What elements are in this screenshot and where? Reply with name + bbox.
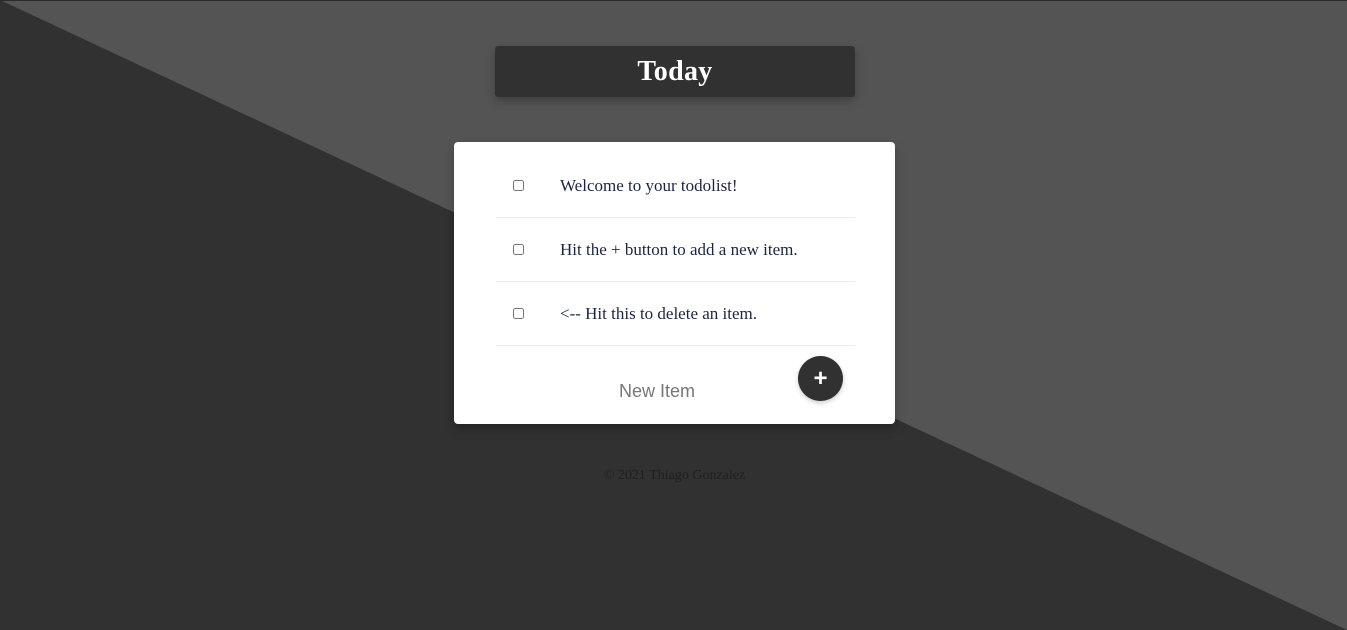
todo-item: <-- Hit this to delete an item.: [496, 282, 855, 346]
todo-card: Welcome to your todolist! Hit the + butt…: [454, 142, 895, 424]
page-title: Today: [637, 55, 713, 87]
add-item-button[interactable]: +: [798, 356, 843, 401]
todo-item-label: Welcome to your todolist!: [560, 176, 738, 195]
copyright-text: © 2021 Thiago Gonzalez: [603, 468, 746, 483]
todo-item-label: <-- Hit this to delete an item.: [560, 304, 758, 323]
todo-item-checkbox[interactable]: [513, 243, 524, 255]
plus-icon: +: [813, 364, 828, 392]
new-item-form: +: [454, 355, 895, 424]
todo-item: Hit the + button to add a new item.: [496, 218, 855, 282]
todo-item-checkbox[interactable]: [513, 179, 524, 191]
header-box: Today: [495, 46, 855, 97]
todo-item-label: Hit the + button to add a new item.: [560, 240, 798, 259]
todo-item: Welcome to your todolist!: [496, 154, 855, 218]
new-item-input[interactable]: [582, 371, 732, 411]
top-border: [0, 0, 1347, 1]
footer: © 2021 Thiago Gonzalez: [0, 468, 1347, 484]
todo-item-checkbox[interactable]: [513, 307, 524, 319]
